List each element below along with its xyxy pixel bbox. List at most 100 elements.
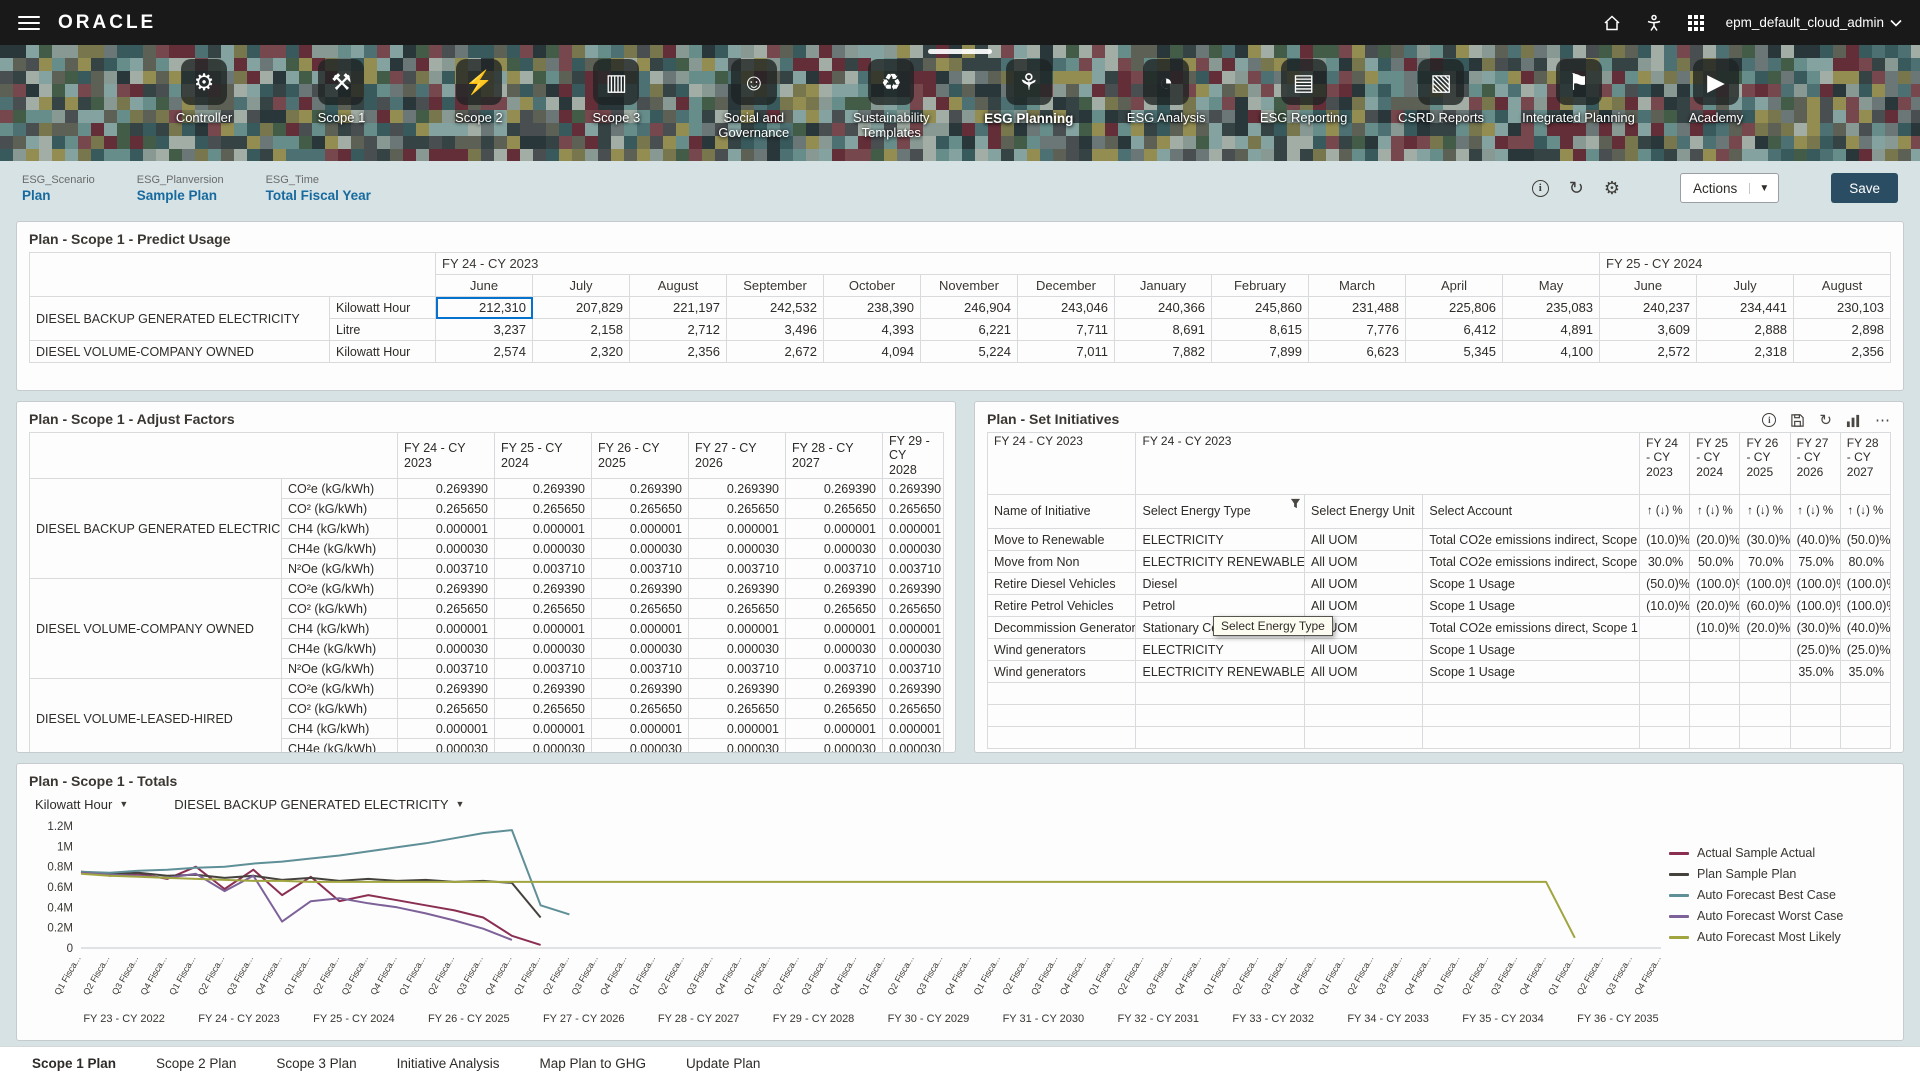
nav-item-controller[interactable]: ⚙Controller: [140, 59, 268, 141]
adjust-data-cell[interactable]: 0.000001: [786, 719, 883, 739]
sort-direction-header[interactable]: ↑ (↓) %: [1640, 495, 1690, 529]
predict-data-cell[interactable]: 221,197: [630, 297, 727, 319]
adjust-data-cell[interactable]: 0.000001: [786, 619, 883, 639]
predict-data-cell[interactable]: 3,609: [1600, 319, 1697, 341]
initiative-name-cell[interactable]: Move from Non: [988, 551, 1136, 573]
predict-data-cell[interactable]: 5,345: [1406, 341, 1503, 363]
month-column-header[interactable]: June: [436, 275, 533, 297]
month-column-header[interactable]: June: [1600, 275, 1697, 297]
select-account-header[interactable]: Select Account: [1423, 495, 1640, 529]
account-cell[interactable]: Total CO2e emissions indirect, Scope: [1423, 529, 1640, 551]
energy-type-cell[interactable]: [1136, 705, 1305, 727]
adjust-data-cell[interactable]: 0.000030: [786, 739, 883, 753]
adjust-data-cell[interactable]: 0.000001: [689, 619, 786, 639]
predict-data-cell[interactable]: 6,221: [921, 319, 1018, 341]
pov-time[interactable]: ESG_Time Total Fiscal Year: [266, 174, 371, 203]
initiative-name-cell[interactable]: Move to Renewable: [988, 529, 1136, 551]
energy-type-cell[interactable]: ELECTRICITY: [1136, 639, 1305, 661]
adjust-data-cell[interactable]: 0.000030: [883, 739, 944, 753]
info-icon[interactable]: i: [1532, 180, 1549, 197]
energy-type-cell[interactable]: [1136, 727, 1305, 749]
adjust-data-cell[interactable]: 0.265650: [689, 599, 786, 619]
predict-data-cell[interactable]: 207,829: [533, 297, 630, 319]
adjust-data-cell[interactable]: 0.003710: [689, 659, 786, 679]
predict-data-cell[interactable]: 212,310: [436, 297, 533, 319]
adjust-data-cell[interactable]: 0.000001: [495, 519, 592, 539]
energy-type-cell[interactable]: ELECTRICITY: [1136, 529, 1305, 551]
initiative-pct-cell[interactable]: 70.0%: [1740, 551, 1790, 573]
fy-column-header[interactable]: FY 25 - CY 2024: [1690, 433, 1740, 495]
adjust-data-cell[interactable]: 0.265650: [592, 699, 689, 719]
adjust-data-cell[interactable]: 0.265650: [495, 499, 592, 519]
energy-unit-cell[interactable]: All UOM: [1305, 551, 1423, 573]
adjust-data-cell[interactable]: 0.000001: [495, 619, 592, 639]
adjust-data-cell[interactable]: 0.003710: [398, 559, 495, 579]
adjust-data-cell[interactable]: 0.265650: [398, 599, 495, 619]
nav-item-esg-analysis[interactable]: ◔ESG Analysis: [1102, 59, 1230, 141]
adjust-data-cell[interactable]: 0.000030: [689, 539, 786, 559]
month-column-header[interactable]: March: [1309, 275, 1406, 297]
adjust-data-cell[interactable]: 0.000030: [592, 539, 689, 559]
adjust-data-cell[interactable]: 0.000030: [495, 739, 592, 753]
actions-button[interactable]: Actions ▼: [1680, 173, 1779, 203]
predict-data-cell[interactable]: 2,356: [1794, 341, 1891, 363]
adjust-data-cell[interactable]: 0.000030: [592, 639, 689, 659]
nav-item-integrated-planning[interactable]: ⚑Integrated Planning: [1515, 59, 1643, 141]
initiative-pct-cell[interactable]: 50.0%: [1690, 551, 1740, 573]
initiative-pct-cell[interactable]: [1690, 661, 1740, 683]
month-column-header[interactable]: September: [727, 275, 824, 297]
predict-data-cell[interactable]: 238,390: [824, 297, 921, 319]
adjust-data-cell[interactable]: 0.000030: [495, 639, 592, 659]
adjust-data-cell[interactable]: 0.269390: [883, 679, 944, 699]
energy-unit-cell[interactable]: All UOM: [1305, 573, 1423, 595]
initiative-pct-cell[interactable]: (40.0)%: [1790, 529, 1840, 551]
initiative-pct-cell[interactable]: (100.0)%: [1740, 573, 1790, 595]
adjust-data-cell[interactable]: 0.003710: [495, 659, 592, 679]
initiative-pct-cell[interactable]: [1740, 705, 1790, 727]
month-column-header[interactable]: December: [1018, 275, 1115, 297]
month-column-header[interactable]: July: [533, 275, 630, 297]
sort-direction-header[interactable]: ↑ (↓) %: [1790, 495, 1840, 529]
uom-selector[interactable]: Kilowatt Hour ▼: [35, 797, 128, 812]
chart-view-icon[interactable]: [1846, 413, 1861, 428]
month-column-header[interactable]: August: [630, 275, 727, 297]
predict-data-cell[interactable]: 3,237: [436, 319, 533, 341]
adjust-data-cell[interactable]: 0.000030: [689, 639, 786, 659]
adjust-data-cell[interactable]: 0.269390: [786, 679, 883, 699]
predict-data-cell[interactable]: 5,224: [921, 341, 1018, 363]
predict-data-cell[interactable]: 2,572: [1600, 341, 1697, 363]
adjust-data-cell[interactable]: 0.000001: [689, 719, 786, 739]
month-column-header[interactable]: October: [824, 275, 921, 297]
adjust-data-cell[interactable]: 0.000001: [495, 719, 592, 739]
initiative-pct-cell[interactable]: [1790, 727, 1840, 749]
legend-item[interactable]: Auto Forecast Worst Case: [1669, 909, 1881, 923]
accessibility-icon[interactable]: [1642, 11, 1666, 35]
adjust-data-cell[interactable]: 0.265650: [495, 599, 592, 619]
initiative-pct-cell[interactable]: [1740, 727, 1790, 749]
predict-data-cell[interactable]: 8,691: [1115, 319, 1212, 341]
initiative-pct-cell[interactable]: (30.0)%: [1740, 529, 1790, 551]
month-column-header[interactable]: May: [1503, 275, 1600, 297]
refresh-icon[interactable]: ↻: [1569, 179, 1584, 197]
apps-grid-icon[interactable]: [1684, 11, 1708, 35]
home-icon[interactable]: [1600, 11, 1624, 35]
initiative-pct-cell[interactable]: 35.0%: [1790, 661, 1840, 683]
year-column-header[interactable]: FY 26 - CY 2025: [592, 433, 689, 479]
initiative-pct-cell[interactable]: [1740, 639, 1790, 661]
predict-data-cell[interactable]: 6,623: [1309, 341, 1406, 363]
month-column-header[interactable]: November: [921, 275, 1018, 297]
fy-column-header[interactable]: FY 26 - CY 2025: [1740, 433, 1790, 495]
initiative-pct-cell[interactable]: (30.0)%: [1790, 617, 1840, 639]
initiative-pct-cell[interactable]: (10.0)%: [1640, 595, 1690, 617]
adjust-data-cell[interactable]: 0.269390: [592, 579, 689, 599]
initiative-name-cell[interactable]: Wind generators: [988, 661, 1136, 683]
fy-column-header[interactable]: FY 27 - CY 2026: [1790, 433, 1840, 495]
adjust-data-cell[interactable]: 0.269390: [689, 479, 786, 499]
predict-data-cell[interactable]: 235,083: [1503, 297, 1600, 319]
adjust-data-cell[interactable]: 0.265650: [689, 499, 786, 519]
account-cell[interactable]: [1423, 727, 1640, 749]
initiative-pct-cell[interactable]: 80.0%: [1840, 551, 1890, 573]
adjust-data-cell[interactable]: 0.000030: [883, 539, 944, 559]
predict-data-cell[interactable]: 246,904: [921, 297, 1018, 319]
predict-data-cell[interactable]: 240,237: [1600, 297, 1697, 319]
